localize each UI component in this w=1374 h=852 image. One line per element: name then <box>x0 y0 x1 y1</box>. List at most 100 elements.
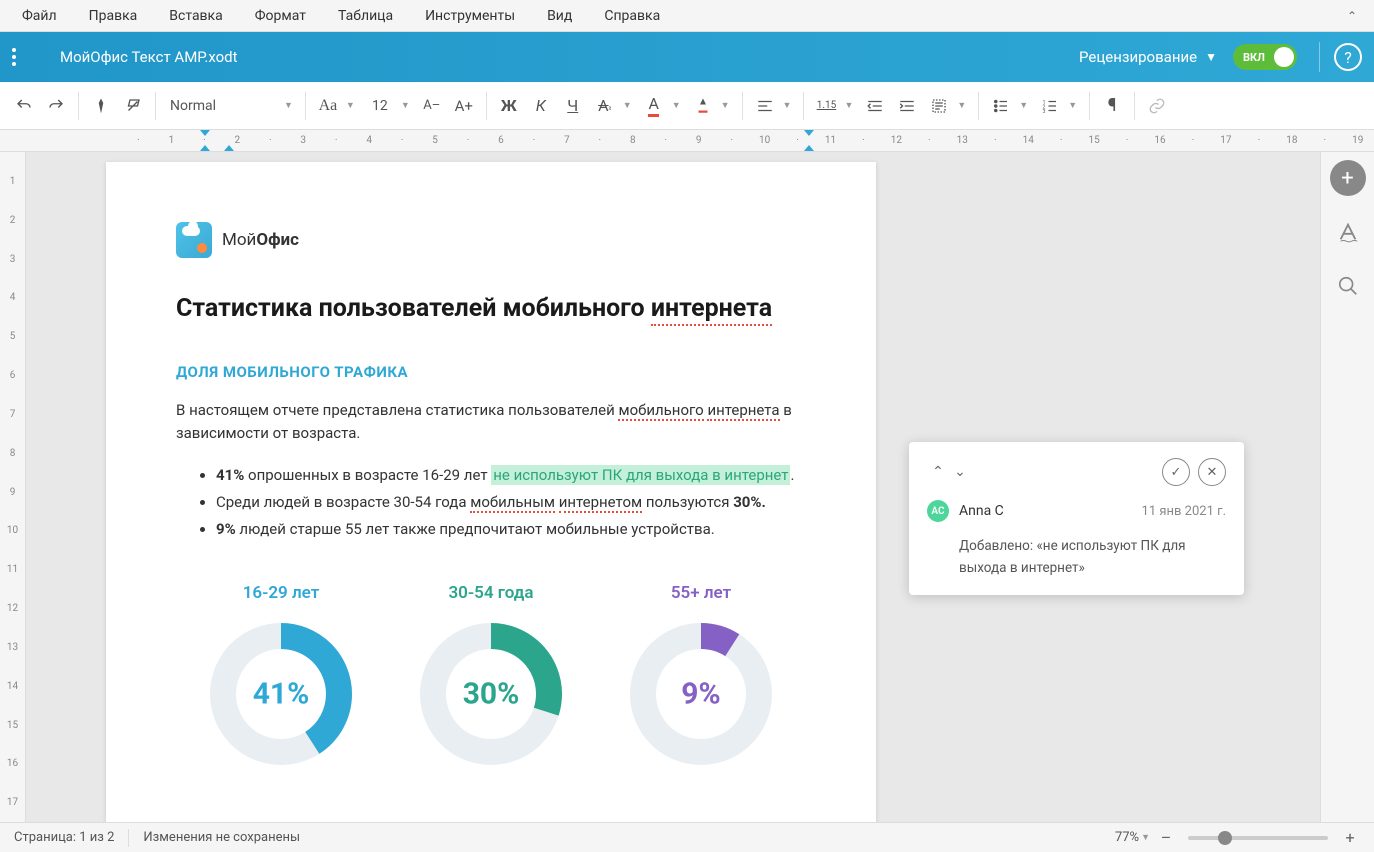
document-canvas[interactable]: МойОфис Статистика пользователей мобильн… <box>26 152 1320 822</box>
chevron-down-icon[interactable]: ▼ <box>1205 50 1217 64</box>
comment-card[interactable]: ⌃ ⌄ ✓ ✕ AC Anna C 11 янв 2021 г. Добавле… <box>909 442 1244 595</box>
reject-change-button[interactable]: ✕ <box>1198 458 1226 486</box>
avatar: AC <box>927 500 949 522</box>
zoom-value[interactable]: 77% <box>1089 830 1139 845</box>
help-icon[interactable]: ? <box>1334 43 1362 71</box>
undo-button[interactable] <box>8 90 40 122</box>
indent-marker-icon[interactable] <box>200 130 210 136</box>
logo: МойОфис <box>176 222 806 258</box>
side-panel: + <box>1320 152 1374 822</box>
paragraph-settings-button[interactable] <box>923 90 955 122</box>
text-properties-button[interactable] <box>1330 214 1366 250</box>
list-item[interactable]: Среди людей в возрасте 30-54 года мобиль… <box>216 489 806 516</box>
bold-button[interactable]: Ж <box>493 90 525 122</box>
menu-tools[interactable]: Инструменты <box>409 4 531 28</box>
save-status: Изменения не сохранены <box>143 830 300 845</box>
show-formatting-button[interactable]: ¶ <box>1096 90 1128 122</box>
chevron-down-icon[interactable]: ▼ <box>721 100 730 111</box>
chevron-down-icon[interactable]: ▼ <box>623 100 632 111</box>
redo-button[interactable] <box>40 90 72 122</box>
indent-marker-icon[interactable] <box>804 145 814 151</box>
logo-icon <box>176 222 212 258</box>
page-indicator[interactable]: Страница: 1 из 2 <box>14 830 114 845</box>
align-left-button[interactable] <box>749 90 781 122</box>
link-button[interactable] <box>1141 90 1173 122</box>
donut-chart: 41% <box>206 619 356 769</box>
chevron-down-icon[interactable]: ▼ <box>1068 100 1077 111</box>
next-comment-button[interactable]: ⌄ <box>949 461 971 483</box>
indent-marker-icon[interactable] <box>224 145 234 151</box>
menu-format[interactable]: Формат <box>239 4 322 28</box>
chevron-down-icon[interactable]: ▼ <box>957 100 966 111</box>
menubar: Файл Правка Вставка Формат Таблица Инстр… <box>0 0 1374 32</box>
prev-comment-button[interactable]: ⌃ <box>927 461 949 483</box>
italic-button[interactable]: К <box>525 90 557 122</box>
list-item[interactable]: 9% людей старше 55 лет также предпочитаю… <box>216 516 806 543</box>
chart-label: 30-54 года <box>416 583 566 603</box>
horizontal-ruler[interactable]: ·1·2·3·4·5·6·7·8·9·10·11·12·13·14·15·16·… <box>0 130 1374 152</box>
donut-chart: 30% <box>416 619 566 769</box>
chevron-down-icon[interactable]: ▼ <box>284 100 293 111</box>
decrease-font-button[interactable]: A– <box>416 90 448 122</box>
search-button[interactable] <box>1330 268 1366 304</box>
menu-table[interactable]: Таблица <box>322 4 409 28</box>
document-heading[interactable]: Статистика пользователей мобильного инте… <box>176 294 806 323</box>
menubar-expand-icon[interactable]: ⌃ <box>1336 9 1368 23</box>
chart-value: 9% <box>681 677 720 712</box>
add-button[interactable]: + <box>1330 160 1366 196</box>
slider-thumb[interactable] <box>1218 831 1232 845</box>
menu-file[interactable]: Файл <box>6 4 73 28</box>
font-size-value[interactable]: 12 <box>361 98 399 114</box>
chevron-down-icon[interactable]: ▼ <box>672 100 681 111</box>
numbered-list-button[interactable]: 123 <box>1034 90 1066 122</box>
menu-view[interactable]: Вид <box>531 4 588 28</box>
underline-button[interactable]: Ч <box>557 90 589 122</box>
zoom-out-button[interactable]: – <box>1156 828 1176 847</box>
charts-container: 16-29 лет 41% 30-54 года 30% 55+ лет <box>176 583 806 769</box>
zoom-slider[interactable] <box>1188 836 1328 840</box>
chevron-down-icon[interactable]: ▼ <box>783 100 792 111</box>
chevron-down-icon[interactable]: ▼ <box>346 100 355 111</box>
decrease-indent-button[interactable] <box>859 90 891 122</box>
vertical-ruler[interactable]: 1234567891011121314151617 <box>0 152 26 822</box>
zoom-in-button[interactable]: + <box>1340 828 1360 847</box>
chart-value: 30% <box>463 677 520 712</box>
document-list[interactable]: 41% опрошенных в возрасте 16-29 лет не и… <box>176 462 806 543</box>
toggle-label: ВКЛ <box>1243 51 1265 64</box>
indent-marker-icon[interactable] <box>200 145 210 151</box>
chart-label: 16-29 лет <box>206 583 356 603</box>
chart-value: 41% <box>253 677 310 712</box>
menu-insert[interactable]: Вставка <box>153 4 238 28</box>
format-painter-button[interactable] <box>85 90 117 122</box>
list-item[interactable]: 41% опрошенных в возрасте 16-29 лет не и… <box>216 462 806 489</box>
line-spacing-button[interactable]: 1.15 <box>810 90 842 122</box>
increase-font-button[interactable]: A+ <box>448 90 480 122</box>
strikethrough-button[interactable]: A₂ <box>589 90 621 122</box>
document-title: МойОфис Текст AMP.xodt <box>60 48 1079 66</box>
review-toggle[interactable]: ВКЛ <box>1233 44 1297 70</box>
document-subheading[interactable]: ДОЛЯ МОБИЛЬНОГО ТРАФИКА <box>176 363 806 381</box>
document-paragraph[interactable]: В настоящем отчете представлена статисти… <box>176 399 806 444</box>
chevron-down-icon[interactable]: ▼ <box>1019 100 1028 111</box>
bullet-list-button[interactable] <box>985 90 1017 122</box>
increase-indent-button[interactable] <box>891 90 923 122</box>
app-menu-icon[interactable] <box>12 48 36 66</box>
review-mode-label[interactable]: Рецензирование <box>1079 48 1197 66</box>
accept-change-button[interactable]: ✓ <box>1162 458 1190 486</box>
clear-format-button[interactable] <box>117 90 149 122</box>
chevron-down-icon[interactable]: ▼ <box>1141 832 1150 843</box>
chart-1: 16-29 лет 41% <box>206 583 356 769</box>
highlight-color-button[interactable] <box>687 90 719 122</box>
chevron-down-icon[interactable]: ▼ <box>844 100 853 111</box>
document-page[interactable]: МойОфис Статистика пользователей мобильн… <box>106 162 876 822</box>
menu-edit[interactable]: Правка <box>73 4 154 28</box>
chevron-down-icon[interactable]: ▼ <box>401 100 410 111</box>
paragraph-style-select[interactable] <box>162 91 282 121</box>
tracked-change[interactable]: не используют ПК для выхода в интернет <box>491 465 790 485</box>
font-family-button[interactable]: Aa <box>312 90 344 122</box>
indent-marker-icon[interactable] <box>804 130 814 136</box>
titlebar: МойОфис Текст AMP.xodt Рецензирование ▼ … <box>0 32 1374 82</box>
font-color-button[interactable]: A <box>638 90 670 122</box>
comment-author-row: AC Anna C 11 янв 2021 г. <box>927 500 1226 522</box>
menu-help[interactable]: Справка <box>588 4 676 28</box>
